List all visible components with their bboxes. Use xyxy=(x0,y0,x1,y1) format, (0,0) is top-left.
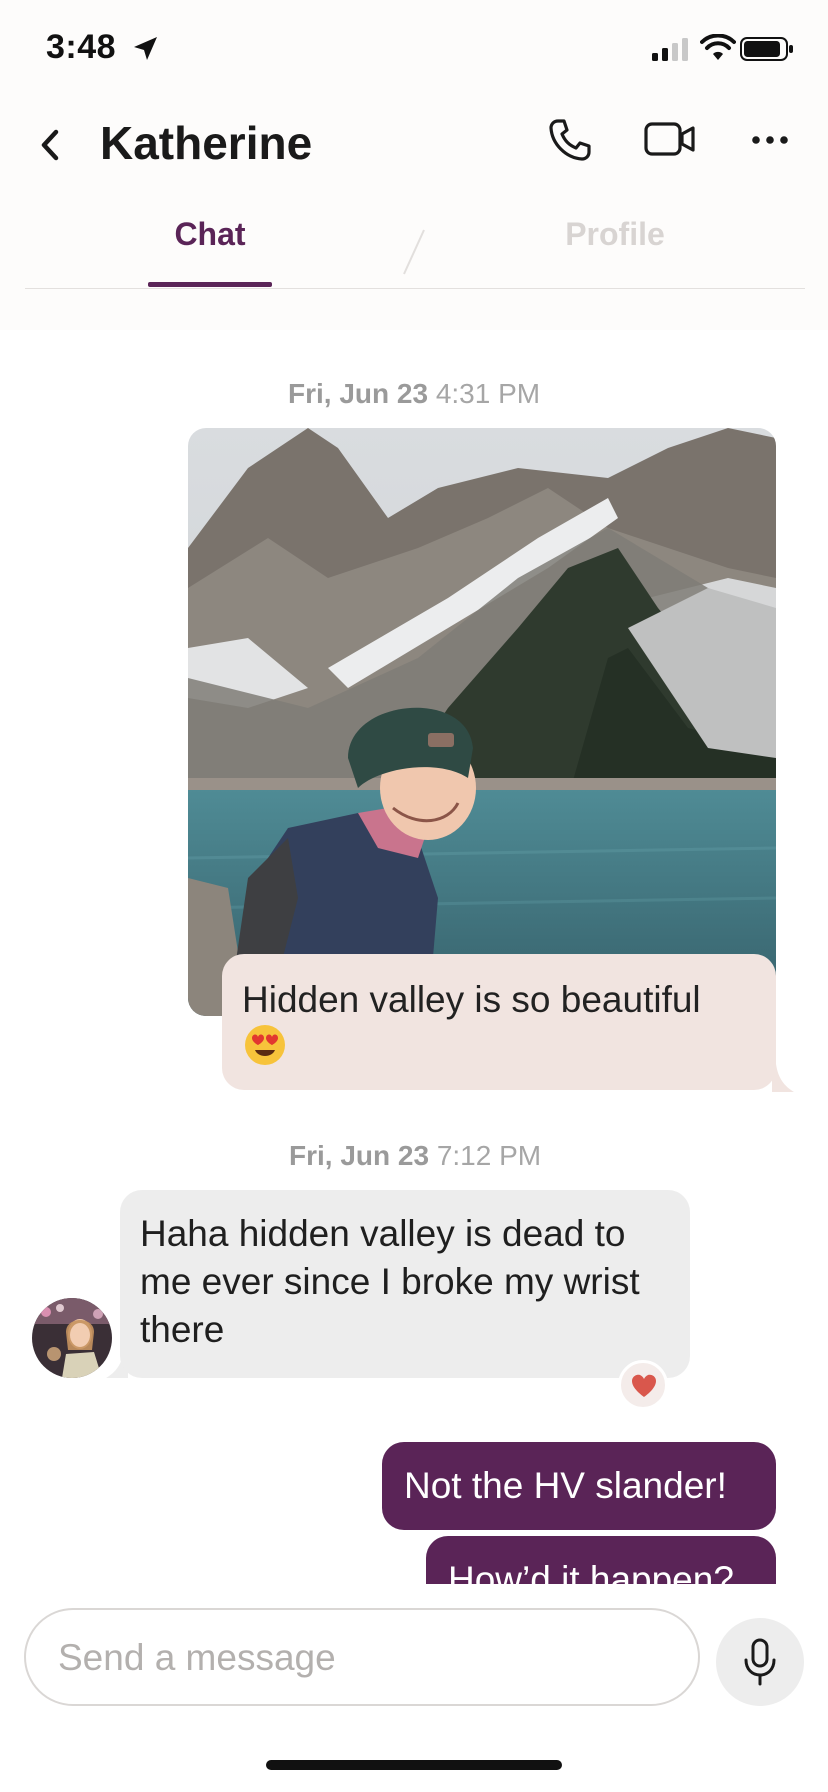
avatar-photo xyxy=(32,1298,112,1378)
heart-eyes-emoji-icon xyxy=(245,1025,285,1065)
mountain-lake-photo xyxy=(188,428,776,1016)
message-timestamp: Fri, Jun 23 4:31 PM xyxy=(288,378,540,410)
outgoing-message-bubble[interactable]: How’d it happen? xyxy=(426,1536,776,1584)
home-indicator xyxy=(266,1760,562,1770)
battery-icon xyxy=(740,37,793,61)
timestamp-time: 7:12 PM xyxy=(436,1140,542,1171)
signal-icon xyxy=(652,38,688,61)
more-options-button[interactable] xyxy=(748,122,792,158)
status-time: 3:48 xyxy=(46,28,117,66)
heart-reaction-badge[interactable] xyxy=(618,1360,668,1410)
voice-message-button[interactable] xyxy=(716,1618,804,1706)
outgoing-message-bubble[interactable]: Not the HV slander! xyxy=(382,1442,776,1530)
message-input[interactable] xyxy=(56,1628,660,1688)
outgoing-message-text: How’d it happen? xyxy=(448,1559,734,1584)
timestamp-date: Fri, Jun 23 xyxy=(288,378,429,409)
photo-message[interactable] xyxy=(188,428,776,1016)
photo-caption-bubble[interactable]: Hidden valley is so beautiful xyxy=(222,954,776,1090)
outgoing-message-text: Not the HV slander! xyxy=(404,1465,727,1506)
message-list-clip: How’d it happen? xyxy=(0,1536,828,1584)
microphone-icon xyxy=(744,1638,776,1686)
contact-avatar[interactable] xyxy=(32,1298,112,1378)
phone-call-button[interactable] xyxy=(546,116,594,164)
timestamp-date: Fri, Jun 23 xyxy=(289,1140,430,1171)
video-call-button[interactable] xyxy=(644,118,696,162)
tabs-divider xyxy=(25,288,805,289)
heart-icon xyxy=(632,1374,656,1397)
tab-profile[interactable]: Profile xyxy=(540,216,690,253)
incoming-message-text: Haha hidden valley is dead to me ever si… xyxy=(140,1213,640,1350)
message-input-container[interactable] xyxy=(24,1608,700,1706)
message-timestamp: Fri, Jun 23 7:12 PM xyxy=(289,1140,541,1172)
incoming-message-bubble[interactable]: Haha hidden valley is dead to me ever si… xyxy=(120,1190,690,1378)
wifi-icon xyxy=(700,34,736,60)
tab-chat[interactable]: Chat xyxy=(148,216,272,253)
timestamp-time: 4:31 PM xyxy=(435,378,541,409)
location-arrow-icon xyxy=(134,37,157,60)
photo-caption-text: Hidden valley is so beautiful xyxy=(242,979,701,1020)
back-button[interactable] xyxy=(30,120,70,170)
contact-name: Katherine xyxy=(100,117,313,169)
tab-separator xyxy=(403,229,425,275)
active-tab-indicator xyxy=(148,282,272,287)
